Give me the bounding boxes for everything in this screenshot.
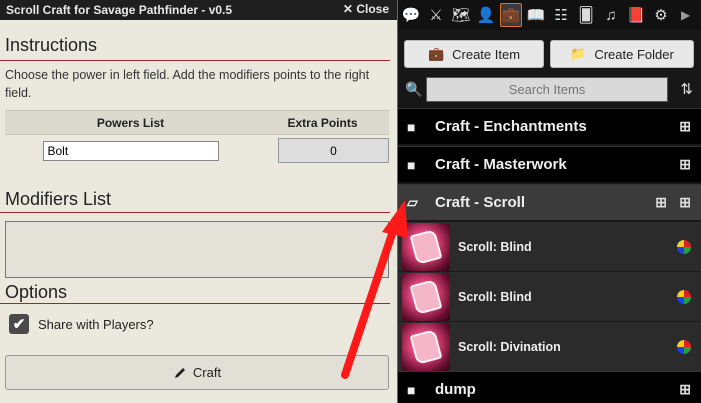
chat-icon[interactable]: 💬: [400, 3, 422, 27]
powers-table: Powers List Extra Points: [5, 110, 389, 167]
folder-name: Craft - Scroll: [435, 194, 526, 211]
create-item-in-folder-icon[interactable]: ⊞: [679, 156, 691, 173]
journal-icon[interactable]: 📖: [525, 3, 547, 27]
actors-icon[interactable]: 👤: [475, 3, 497, 27]
combat-icon[interactable]: ⚔: [425, 3, 447, 27]
folder-icon: ■: [407, 118, 416, 135]
craft-label: Craft: [192, 365, 222, 380]
scenes-icon[interactable]: 🗺: [450, 3, 472, 27]
item-row[interactable]: Scroll: Divination: [398, 321, 701, 371]
share-with-players-row: ✔ Share with Players?: [9, 314, 154, 334]
tables-icon[interactable]: ☷: [550, 3, 572, 27]
create-item-in-folder-icon[interactable]: ⊞: [679, 194, 691, 211]
folder-name: Craft - Masterwork: [435, 156, 567, 173]
share-label: Share with Players?: [38, 316, 154, 332]
create-folder-button[interactable]: 📁 Create Folder: [550, 40, 694, 68]
suitcase-icon: 💼: [427, 46, 445, 61]
extra-points-header: Extra Points: [256, 110, 389, 135]
dialog-titlebar[interactable]: Scroll Craft for Savage Pathfinder - v0.…: [0, 0, 397, 20]
close-label: Close: [356, 2, 389, 16]
options-heading: Options: [0, 282, 390, 304]
item-row[interactable]: Scroll: Blind: [398, 221, 701, 271]
directory-header: 💼 Create Item 📁 Create Folder: [398, 30, 701, 74]
folder-craft-scroll[interactable]: ▱ Craft - Scroll ⊞ ⊞: [398, 184, 701, 220]
folder-name: Craft - Enchantments: [435, 118, 587, 135]
instructions-heading: Instructions: [0, 35, 390, 61]
create-item-label: Create Item: [452, 46, 521, 62]
close-button[interactable]: ✕ Close: [343, 2, 389, 16]
color-wheel-icon: [677, 339, 691, 354]
folder-icon: ■: [407, 381, 416, 398]
dialog-title: Scroll Craft for Savage Pathfinder - v0.…: [6, 3, 233, 17]
modifiers-list-box[interactable]: [5, 221, 389, 278]
settings-icon[interactable]: ⚙: [650, 3, 672, 27]
color-wheel-icon: [677, 239, 691, 254]
items-icon[interactable]: 💼: [500, 3, 522, 27]
scroll-craft-dialog: Scroll Craft for Savage Pathfinder - v0.…: [0, 0, 398, 403]
create-item-in-folder-icon[interactable]: ⊞: [679, 118, 691, 135]
scroll-thumbnail: [402, 322, 450, 371]
create-item-button[interactable]: 💼 Create Item: [404, 40, 544, 68]
scroll-thumbnail: [402, 272, 450, 321]
folder-craft-masterwork[interactable]: ■ Craft - Masterwork ⊞: [398, 146, 701, 182]
folder-dump[interactable]: ■ dump ⊞: [398, 371, 701, 403]
folder-icon: ■: [407, 156, 416, 173]
collapse-arrow-icon[interactable]: ▶: [681, 8, 690, 22]
cards-icon[interactable]: 🂠: [575, 3, 597, 27]
scroll-thumbnail: [402, 222, 450, 271]
create-folder-label: Create Folder: [594, 46, 674, 62]
pencil-icon: [174, 367, 185, 378]
powers-list-header: Powers List: [5, 110, 256, 135]
instructions-text: Choose the power in left field. Add the …: [5, 68, 370, 100]
sidebar: 💬 ⚔ 🗺 👤 💼 📖 ☷ 🂠 ♫ 📕 ⚙ ▶ 💼 Create Item 📁 …: [398, 0, 701, 403]
close-icon: ✕: [342, 2, 353, 16]
create-item-in-folder-icon[interactable]: ⊞: [679, 381, 691, 398]
folder-icon: 📁: [570, 46, 587, 61]
item-name: Scroll: Blind: [458, 289, 532, 304]
modifiers-heading: Modifiers List: [0, 189, 390, 213]
sort-icon[interactable]: ⇅: [680, 80, 693, 98]
search-input[interactable]: [426, 77, 668, 102]
search-row: 🔍 ⇅: [398, 74, 701, 104]
folder-craft-enchantments[interactable]: ■ Craft - Enchantments ⊞: [398, 108, 701, 144]
extra-points-input[interactable]: [278, 138, 389, 164]
playlists-icon[interactable]: ♫: [600, 3, 622, 27]
compendium-icon[interactable]: 📕: [625, 3, 647, 27]
sidebar-tabs: 💬 ⚔ 🗺 👤 💼 📖 ☷ 🂠 ♫ 📕 ⚙ ▶: [398, 0, 701, 30]
create-subfolder-icon[interactable]: ⊞: [655, 194, 667, 211]
craft-button[interactable]: Craft: [5, 355, 389, 390]
folder-name: dump: [435, 381, 476, 398]
item-name: Scroll: Divination: [458, 339, 561, 354]
share-checkbox[interactable]: ✔: [9, 314, 29, 334]
item-name: Scroll: Blind: [458, 239, 532, 254]
power-input[interactable]: [42, 140, 219, 161]
folder-open-icon: ▱: [407, 194, 418, 210]
color-wheel-icon: [677, 289, 691, 304]
search-icon: 🔍: [405, 81, 423, 97]
item-row[interactable]: Scroll: Blind: [398, 271, 701, 321]
